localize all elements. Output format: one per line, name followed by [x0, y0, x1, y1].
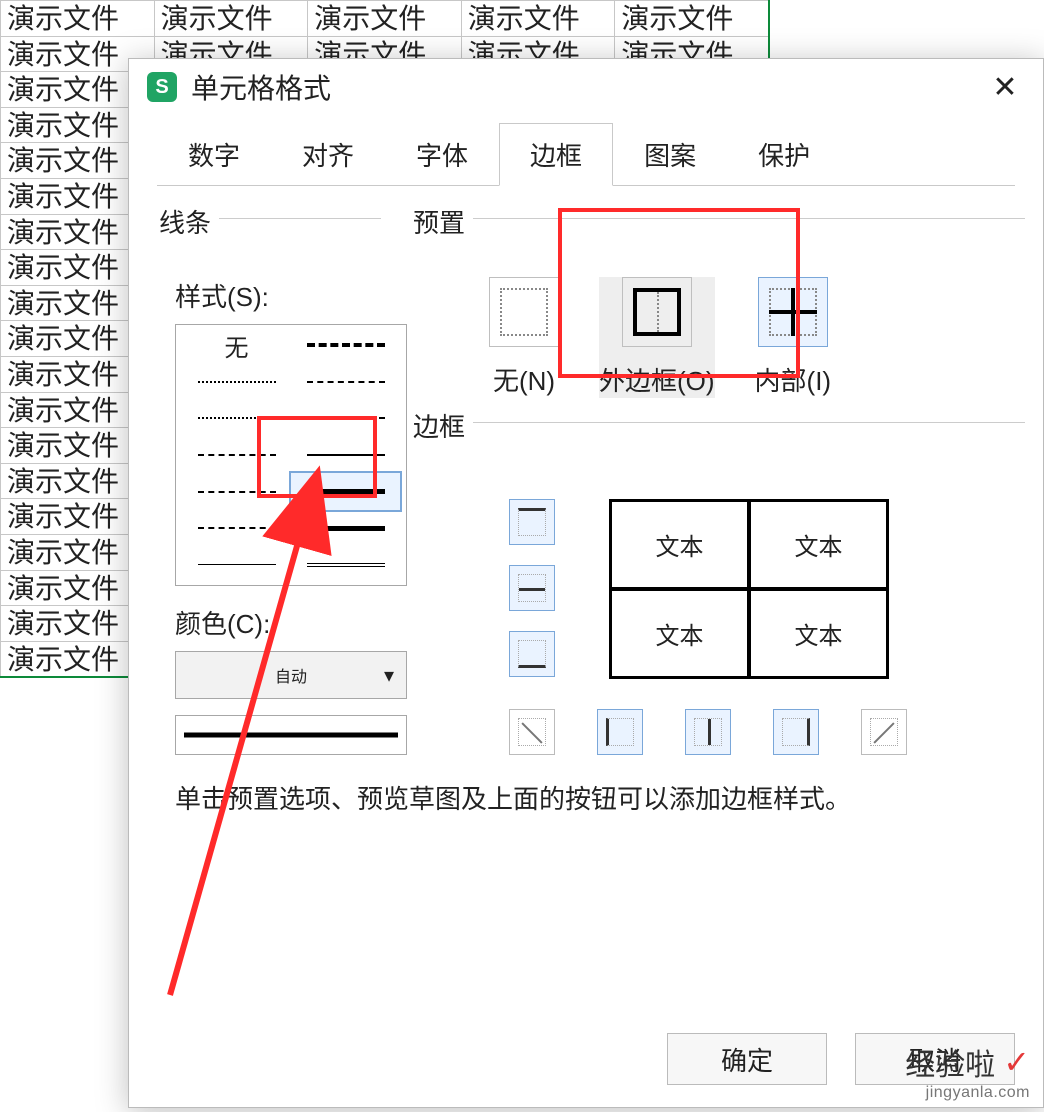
line-preview	[175, 715, 407, 755]
tab-strip: 数字 对齐 字体 边框 图案 保护	[129, 123, 1043, 186]
section-line-label: 线条	[151, 203, 219, 240]
app-icon: S	[147, 72, 177, 102]
watermark-text: 经验啦	[905, 1040, 995, 1084]
line-style-thin[interactable]	[182, 546, 291, 583]
border-left-button[interactable]	[597, 709, 643, 755]
line-style-dotted2[interactable]	[182, 400, 291, 437]
line-style-list: 无	[175, 324, 407, 586]
line-style-dashdot3[interactable]	[182, 473, 291, 510]
preview-cell: 文本	[612, 589, 749, 676]
preset-outer-label: 外边框(O)	[599, 361, 715, 398]
border-vcenter-button[interactable]	[685, 709, 731, 755]
border-bottom-button[interactable]	[509, 631, 555, 677]
line-color-label: 颜色(C):	[175, 604, 407, 641]
preset-outer-icon	[622, 277, 692, 347]
border-top-button[interactable]	[509, 499, 555, 545]
tab-font[interactable]: 字体	[385, 123, 499, 186]
line-style-label: 样式(S):	[175, 277, 407, 314]
preset-inner-label: 内部(I)	[755, 361, 832, 398]
line-style-thick2[interactable]	[291, 510, 400, 547]
dialog-title: 单元格格式	[191, 67, 331, 107]
border-preview-area: 文本 文本 文本 文本	[429, 479, 997, 499]
border-hcenter-button[interactable]	[509, 565, 555, 611]
line-style-dashdot[interactable]	[291, 327, 400, 364]
preset-none-label: 无(N)	[493, 361, 555, 398]
tab-protect[interactable]: 保护	[727, 123, 841, 186]
preset-none[interactable]: 无(N)	[489, 277, 559, 398]
watermark: 经验啦✓ jingyanla.com	[905, 1040, 1030, 1102]
line-style-medium[interactable]	[291, 437, 400, 474]
dialog-titlebar: S 单元格格式 ✕	[129, 59, 1043, 115]
ok-button[interactable]: 确定	[667, 1033, 827, 1085]
border-diag-down-button[interactable]	[861, 709, 907, 755]
watermark-url: jingyanla.com	[905, 1084, 1030, 1102]
sheet-cell[interactable]: 演示文件	[461, 0, 615, 36]
line-style-dash2[interactable]	[182, 437, 291, 474]
preset-inner[interactable]: 内部(I)	[755, 277, 832, 398]
preset-none-icon	[489, 277, 559, 347]
preset-outer[interactable]: 外边框(O)	[599, 277, 715, 398]
border-right-button[interactable]	[773, 709, 819, 755]
preview-cell: 文本	[749, 502, 886, 589]
tab-align[interactable]: 对齐	[271, 123, 385, 186]
line-color-select[interactable]: 自动	[175, 651, 407, 699]
line-style-thick[interactable]	[291, 473, 400, 510]
tab-number[interactable]: 数字	[157, 123, 271, 186]
line-style-panel: 样式(S): 无 颜色(C): 自动	[175, 277, 407, 755]
line-style-none[interactable]: 无	[182, 327, 291, 364]
preset-inner-icon	[758, 277, 828, 347]
sheet-cell[interactable]: 演示文件	[614, 0, 768, 36]
section-border-label: 边框	[405, 407, 473, 444]
hint-text: 单击预置选项、预览草图及上面的按钮可以添加边框样式。	[175, 779, 851, 816]
close-icon[interactable]: ✕	[985, 67, 1025, 107]
border-diag-up-button[interactable]	[509, 709, 555, 755]
sheet-cell[interactable]: 演示文件	[0, 0, 154, 36]
presets-area: 无(N) 外边框(O) 内部(I)	[429, 277, 997, 398]
preview-cell: 文本	[749, 589, 886, 676]
cell-format-dialog: S 单元格格式 ✕ 数字 对齐 字体 边框 图案 保护 线条 预置 边框 样式(…	[128, 58, 1044, 1108]
line-style-dash[interactable]	[291, 400, 400, 437]
sheet-cell[interactable]: 演示文件	[307, 0, 461, 36]
line-style-double[interactable]	[291, 546, 400, 583]
tab-border[interactable]: 边框	[499, 123, 613, 186]
sheet-cell[interactable]: 演示文件	[154, 0, 308, 36]
line-style-dashdot2[interactable]	[291, 364, 400, 401]
line-style-dotted[interactable]	[182, 364, 291, 401]
border-preview[interactable]: 文本 文本 文本 文本	[609, 499, 889, 679]
section-presets-label: 预置	[405, 203, 473, 240]
check-icon: ✓	[1003, 1043, 1030, 1081]
tab-pattern[interactable]: 图案	[613, 123, 727, 186]
preview-cell: 文本	[612, 502, 749, 589]
line-color-value: 自动	[275, 663, 307, 687]
line-style-dashdot4[interactable]	[182, 510, 291, 547]
